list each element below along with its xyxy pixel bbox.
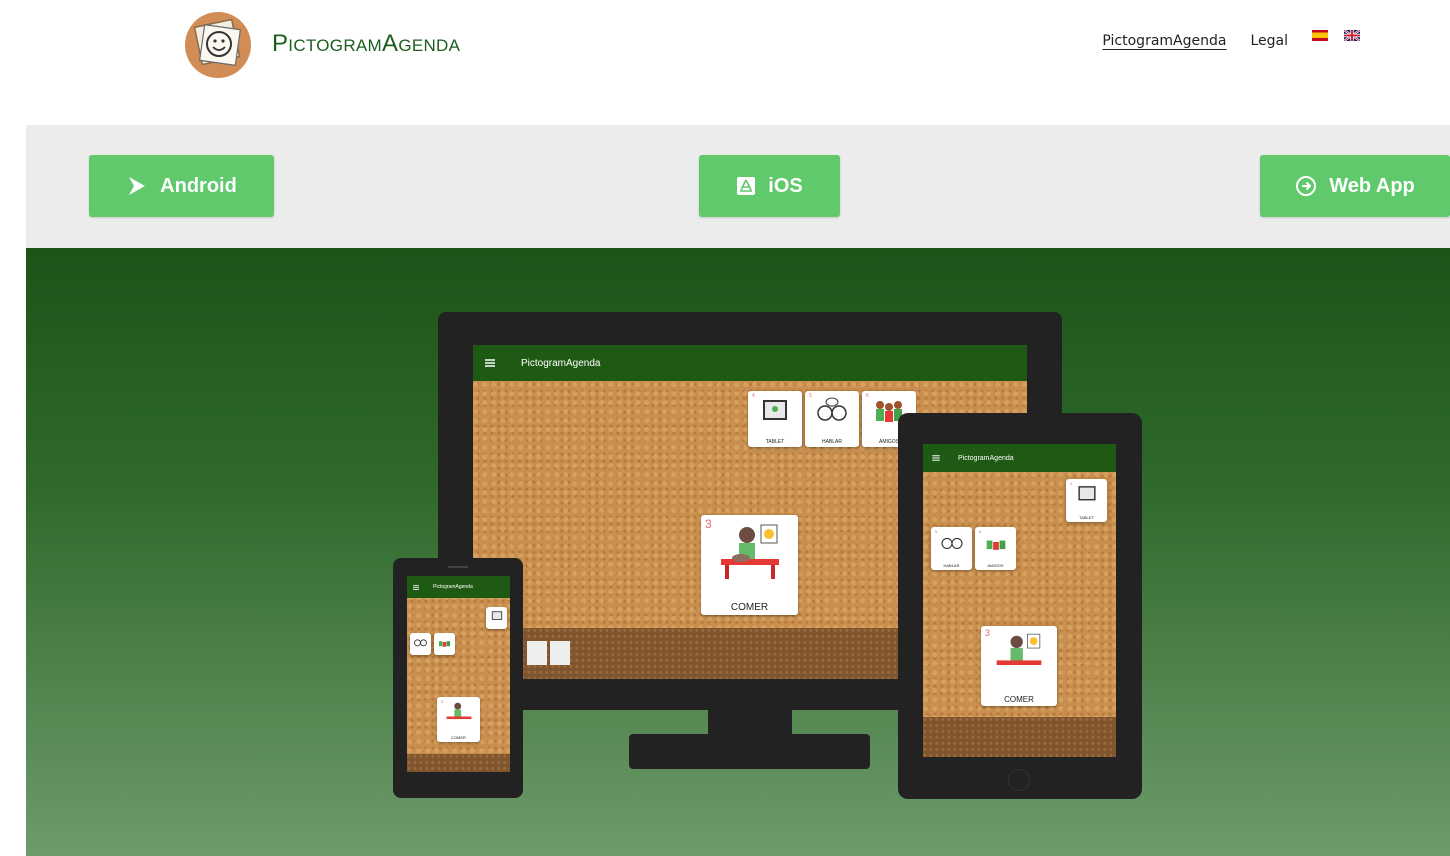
- monitor-stand-neck: [708, 710, 792, 734]
- tablet-app-bar: PictogramAgenda: [923, 444, 1116, 472]
- comer-pictogram-icon: [720, 524, 779, 579]
- ios-button-label: iOS: [768, 174, 803, 197]
- pictogram-card-hablar[interactable]: 5 HABLAR: [931, 527, 972, 570]
- web-app-button-label: Web App: [1329, 174, 1415, 197]
- nav-link-home[interactable]: PictogramAgenda: [1102, 33, 1226, 49]
- amigos-pictogram-icon: [986, 540, 1005, 550]
- hero-section: PictogramAgenda 4 TABLET 5 HABLAR 6 AMIG…: [26, 248, 1450, 856]
- menu-icon[interactable]: [932, 455, 940, 461]
- monitor-app-title: PictogramAgenda: [521, 357, 601, 369]
- flag-es-icon[interactable]: [1312, 29, 1328, 41]
- menu-icon[interactable]: [413, 584, 419, 590]
- android-button[interactable]: Android: [89, 155, 274, 217]
- pictogram-card-hablar[interactable]: [410, 633, 431, 655]
- tray-thumbnail[interactable]: [527, 641, 547, 665]
- pictogram-card-amigos[interactable]: 6 AMIGOS: [975, 527, 1016, 570]
- app-store-icon: [737, 177, 756, 195]
- phone-mockup: PictogramAgenda 3 COMER: [393, 558, 523, 798]
- amigos-pictogram-icon: [438, 641, 451, 647]
- tablet-app-title: PictogramAgenda: [958, 454, 1014, 462]
- android-button-label: Android: [160, 174, 237, 197]
- phone-speaker: [448, 566, 468, 568]
- tablet-pictogram-icon: [1077, 486, 1096, 501]
- pictogram-card-amigos[interactable]: [434, 633, 455, 655]
- hablar-pictogram-icon: [940, 537, 963, 549]
- nav-link-legal[interactable]: Legal: [1250, 33, 1288, 49]
- monitor-app-bar: PictogramAgenda: [473, 345, 1027, 381]
- phone-app-title: PictogramAgenda: [433, 584, 473, 590]
- phone-tray: [407, 754, 510, 772]
- comer-pictogram-icon: [446, 702, 471, 720]
- web-app-button[interactable]: Web App: [1260, 155, 1450, 217]
- hablar-pictogram-icon: [414, 639, 427, 647]
- monitor-stand-base: [629, 734, 870, 769]
- tablet-mockup: PictogramAgenda 4 TABLET 5 HABLAR 6 AMIG…: [898, 413, 1142, 799]
- play-icon: [129, 177, 146, 195]
- comer-pictogram-icon: [996, 633, 1042, 666]
- menu-icon[interactable]: [485, 359, 495, 367]
- ios-button[interactable]: iOS: [699, 155, 840, 217]
- tablet-screen: PictogramAgenda 4 TABLET 5 HABLAR 6 AMIG…: [923, 444, 1116, 757]
- pictogram-card-comer[interactable]: 3 COMER: [701, 515, 798, 615]
- logo-icon[interactable]: [184, 9, 252, 79]
- pictogram-card-tablet[interactable]: [486, 607, 507, 629]
- pictogram-card-hablar[interactable]: 5 HABLAR: [805, 391, 859, 447]
- tablet-pictogram-icon: [491, 611, 502, 620]
- hablar-pictogram-icon: [817, 397, 847, 421]
- pictogram-card-tablet[interactable]: 4 TABLET: [1066, 479, 1107, 522]
- pictogram-card-tablet[interactable]: 4 TABLET: [748, 391, 802, 447]
- tray-thumbnail[interactable]: [550, 641, 570, 665]
- top-nav: PictogramAgenda Legal: [1102, 29, 1360, 49]
- tablet-home-button: [1008, 769, 1030, 791]
- phone-app-bar: PictogramAgenda: [407, 576, 510, 598]
- arrow-circle-right-icon: [1296, 176, 1317, 196]
- phone-screen: PictogramAgenda 3 COMER: [407, 576, 510, 772]
- tablet-pictogram-icon: [763, 400, 787, 420]
- brand-name[interactable]: PictogramAgenda: [272, 30, 460, 58]
- pictogram-card-comer[interactable]: 3 COMER: [437, 697, 480, 742]
- site-header: PictogramAgenda PictogramAgenda Legal: [0, 0, 1450, 125]
- download-band: Android iOS Web App: [26, 125, 1450, 248]
- flag-gb-icon[interactable]: [1344, 29, 1360, 41]
- tablet-tray: [923, 717, 1116, 757]
- pictogram-card-comer[interactable]: 3 COMER: [981, 626, 1057, 706]
